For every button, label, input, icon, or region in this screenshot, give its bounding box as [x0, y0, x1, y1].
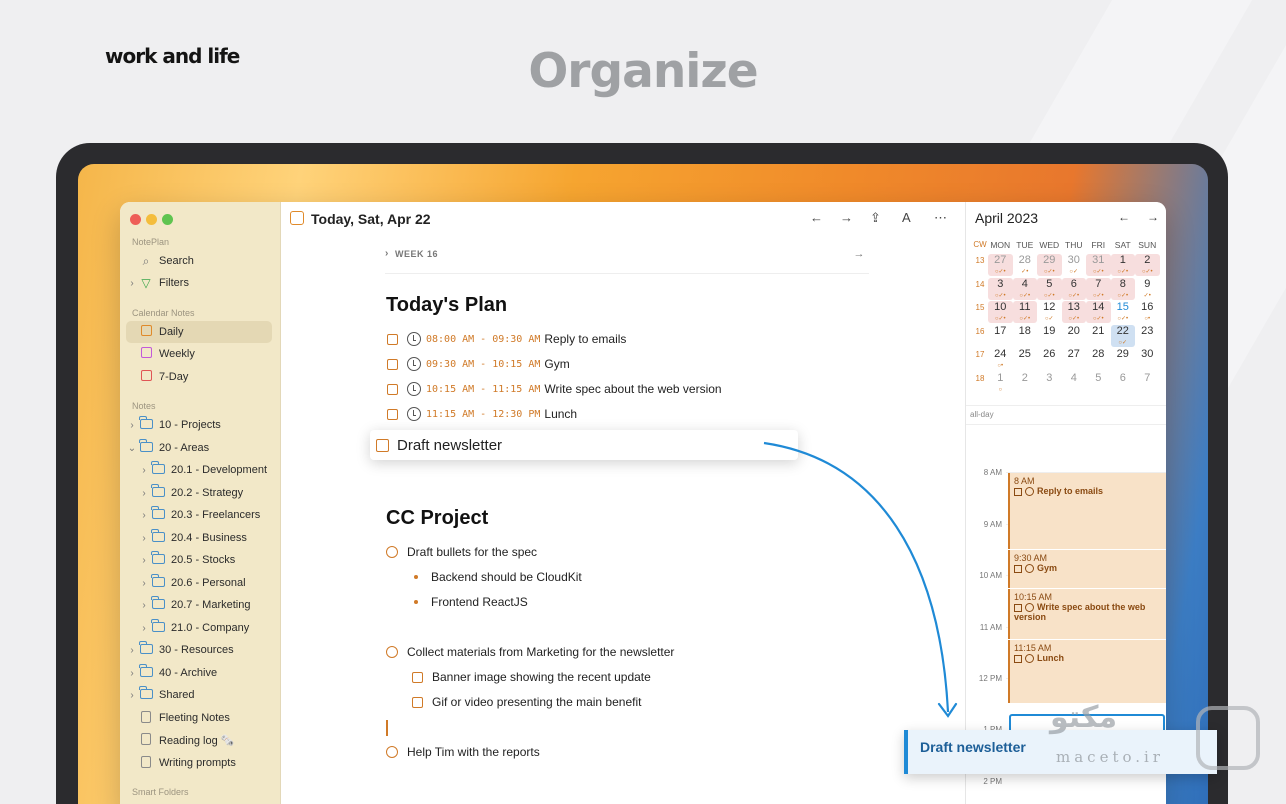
watermark: مکتو maceto.ir	[1050, 700, 1270, 780]
watermark-text: مکتو	[1050, 700, 1118, 735]
watermark-logo-icon	[1196, 706, 1260, 770]
watermark-sub: maceto.ir	[1056, 748, 1164, 766]
drag-arrow	[763, 441, 958, 718]
drop-card-text: Draft newsletter	[920, 739, 1026, 755]
